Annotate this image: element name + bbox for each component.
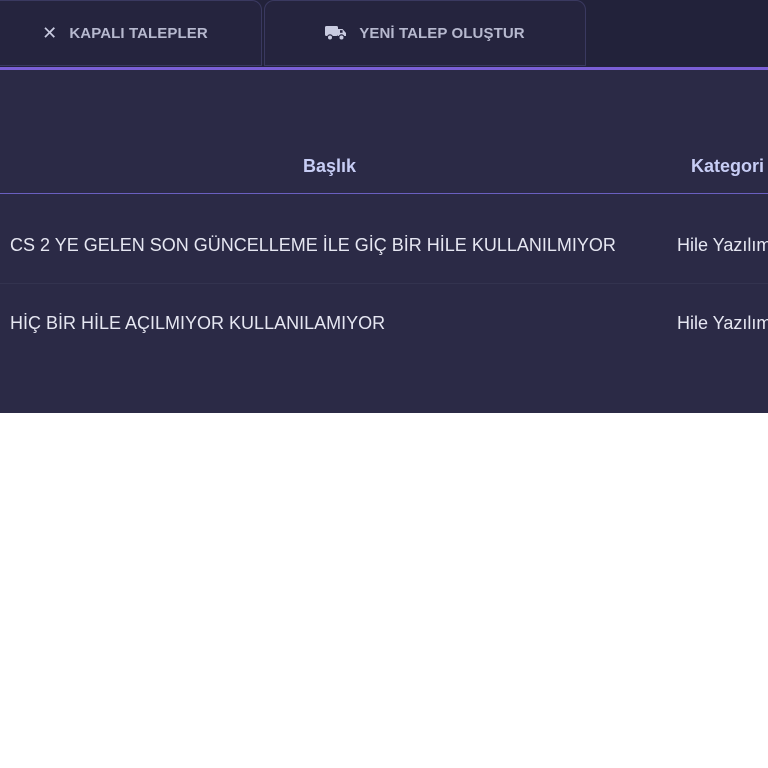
tab-closed-tickets[interactable]: ✕ KAPALI TALEPLER: [0, 0, 262, 66]
row-category: Hile Yazılım: [677, 313, 768, 333]
tickets-panel: ✕ KAPALI TALEPLER YENİ TALEP OLUŞTUR Baş…: [0, 0, 768, 413]
table-header: Başlık Kategori: [0, 70, 768, 194]
table-row[interactable]: CS 2 YE GELEN SON GÜNCELLEME İLE GİÇ BİR…: [0, 206, 768, 284]
row-category: Hile Yazılım: [677, 235, 768, 255]
column-header-category[interactable]: Kategori: [691, 156, 764, 177]
tab-new-ticket-label: YENİ TALEP OLUŞTUR: [359, 24, 525, 42]
table-row[interactable]: HİÇ BİR HİLE AÇILMIYOR KULLANILAMIYOR Hi…: [0, 284, 768, 362]
column-header-title[interactable]: Başlık: [303, 156, 356, 177]
row-title[interactable]: HİÇ BİR HİLE AÇILMIYOR KULLANILAMIYOR: [10, 312, 385, 334]
truck-icon: [325, 25, 347, 41]
tab-closed-tickets-label: KAPALI TALEPLER: [69, 24, 208, 42]
close-icon: ✕: [42, 23, 58, 43]
tab-bar: ✕ KAPALI TALEPLER YENİ TALEP OLUŞTUR: [0, 0, 768, 67]
tab-new-ticket[interactable]: YENİ TALEP OLUŞTUR: [264, 0, 586, 66]
row-title[interactable]: CS 2 YE GELEN SON GÜNCELLEME İLE GİÇ BİR…: [10, 234, 616, 256]
